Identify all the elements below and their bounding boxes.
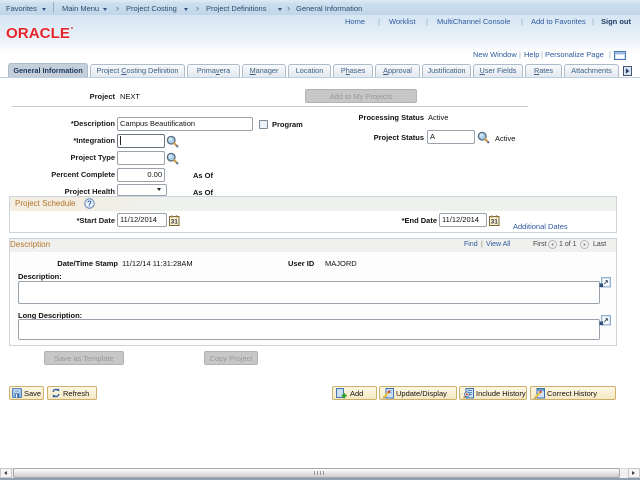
svg-text:31: 31 xyxy=(491,219,499,226)
svg-text:ORACLE: ORACLE xyxy=(6,26,70,40)
svg-text:?: ? xyxy=(87,199,92,208)
svg-text:31: 31 xyxy=(171,219,179,226)
